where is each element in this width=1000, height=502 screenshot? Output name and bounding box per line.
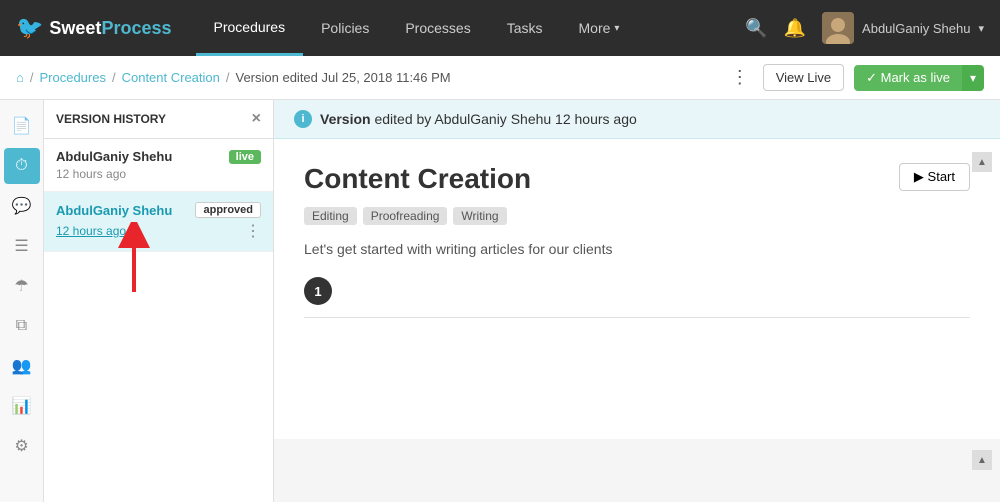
version-panel-close-button[interactable]: ×	[252, 110, 261, 128]
start-button[interactable]: ▶ Start	[899, 163, 970, 191]
nav-item-procedures[interactable]: Procedures	[196, 0, 304, 56]
icon-sidebar: 📄 ⏱ 💬 ☰ ☂ ⧉ 👥 📊 ⚙	[0, 100, 44, 502]
version-approved-badge: approved	[195, 202, 261, 218]
scroll-down-button[interactable]: ▲	[972, 450, 992, 470]
nav-items: Procedures Policies Processes Tasks More…	[196, 0, 746, 56]
scroll-down-area: ▲	[972, 450, 992, 470]
breadcrumb-content-creation[interactable]: Content Creation	[122, 70, 220, 85]
mark-as-live-button[interactable]: ✓ Mark as live	[854, 65, 962, 91]
user-menu[interactable]: AbdulGaniy Shehu ▾	[822, 12, 984, 44]
version-banner-text: Version edited by AbdulGaniy Shehu 12 ho…	[320, 111, 637, 127]
search-icon[interactable]: 🔍	[745, 18, 767, 39]
content-divider	[304, 317, 970, 318]
scroll-up-button[interactable]: ▲	[972, 152, 992, 172]
notification-bell-icon[interactable]: 🔔	[784, 18, 806, 39]
tag-editing[interactable]: Editing	[304, 207, 357, 225]
version-panel-header: VERSION HISTORY ×	[44, 100, 273, 139]
version-user-name: AbdulGaniy Shehu	[56, 149, 172, 164]
mark-as-live-group: ✓ Mark as live ▾	[854, 65, 984, 91]
content-title: Content Creation	[304, 163, 970, 195]
sidebar-item-reports[interactable]: 📊	[4, 388, 40, 424]
more-options-icon[interactable]: ⋮	[727, 63, 753, 92]
tags-row: Editing Proofreading Writing	[304, 207, 970, 225]
breadcrumb-current: Version edited Jul 25, 2018 11:46 PM	[236, 70, 451, 85]
version-item-header-selected: AbdulGaniy Shehu approved	[56, 202, 261, 218]
nav-item-policies[interactable]: Policies	[303, 0, 387, 56]
breadcrumb: ⌂ / Procedures / Content Creation / Vers…	[16, 70, 451, 85]
version-options-icon[interactable]: ⋮	[245, 221, 261, 241]
logo-bird-icon: 🐦	[16, 15, 43, 41]
content-body: ▶ Start Content Creation Editing Proofre…	[274, 139, 1000, 439]
scroll-up-area: ▲	[972, 152, 992, 172]
home-icon[interactable]: ⌂	[16, 70, 24, 85]
version-info-icon: i	[294, 110, 312, 128]
version-time-selected[interactable]: 12 hours ago	[56, 224, 126, 238]
more-chevron-icon: ▾	[614, 23, 619, 34]
mark-as-live-dropdown-button[interactable]: ▾	[962, 65, 984, 91]
nav-item-tasks[interactable]: Tasks	[489, 0, 561, 56]
breadcrumb-procedures[interactable]: Procedures	[39, 70, 105, 85]
sidebar-item-team[interactable]: 👥	[4, 348, 40, 384]
version-status-badge: live	[229, 150, 261, 164]
version-item[interactable]: AbdulGaniy Shehu live 12 hours ago	[44, 139, 273, 192]
breadcrumb-bar: ⌂ / Procedures / Content Creation / Vers…	[0, 56, 1000, 100]
logo[interactable]: 🐦 SweetProcess	[16, 15, 172, 41]
top-navigation: 🐦 SweetProcess Procedures Policies Proce…	[0, 0, 1000, 56]
tag-proofreading[interactable]: Proofreading	[363, 207, 448, 225]
main-layout: 📄 ⏱ 💬 ☰ ☂ ⧉ 👥 📊 ⚙ VERSION HISTORY × Abdu…	[0, 100, 1000, 502]
sidebar-item-settings[interactable]: ⚙	[4, 428, 40, 464]
version-item-selected[interactable]: AbdulGaniy Shehu approved 12 hours ago ⋮	[44, 192, 273, 252]
version-panel: VERSION HISTORY × AbdulGaniy Shehu live …	[44, 100, 274, 502]
sidebar-item-document[interactable]: 📄	[4, 108, 40, 144]
breadcrumb-actions: ⋮ View Live ✓ Mark as live ▾	[727, 63, 984, 92]
nav-item-processes[interactable]: Processes	[387, 0, 488, 56]
version-time: 12 hours ago	[56, 167, 261, 181]
sidebar-item-list[interactable]: ☰	[4, 228, 40, 264]
content-area: i Version edited by AbdulGaniy Shehu 12 …	[274, 100, 1000, 502]
sidebar-item-copy[interactable]: ⧉	[4, 308, 40, 344]
sidebar-item-coverage[interactable]: ☂	[4, 268, 40, 304]
tag-writing[interactable]: Writing	[453, 207, 506, 225]
version-user-name-selected: AbdulGaniy Shehu	[56, 203, 172, 218]
sidebar-item-history[interactable]: ⏱	[4, 148, 40, 184]
sidebar-item-comments[interactable]: 💬	[4, 188, 40, 224]
content-description: Let's get started with writing articles …	[304, 241, 970, 257]
logo-text: SweetProcess	[49, 18, 171, 39]
nav-right: 🔍 🔔 AbdulGaniy Shehu ▾	[745, 12, 984, 44]
user-chevron-icon: ▾	[978, 22, 984, 35]
nav-item-more[interactable]: More ▾	[561, 0, 638, 56]
user-name: AbdulGaniy Shehu	[862, 21, 970, 36]
step-number: 1	[304, 277, 332, 305]
view-live-button[interactable]: View Live	[763, 64, 844, 91]
avatar	[822, 12, 854, 44]
version-panel-title: VERSION HISTORY	[56, 112, 166, 126]
version-item-header: AbdulGaniy Shehu live	[56, 149, 261, 164]
version-banner: i Version edited by AbdulGaniy Shehu 12 …	[274, 100, 1000, 139]
